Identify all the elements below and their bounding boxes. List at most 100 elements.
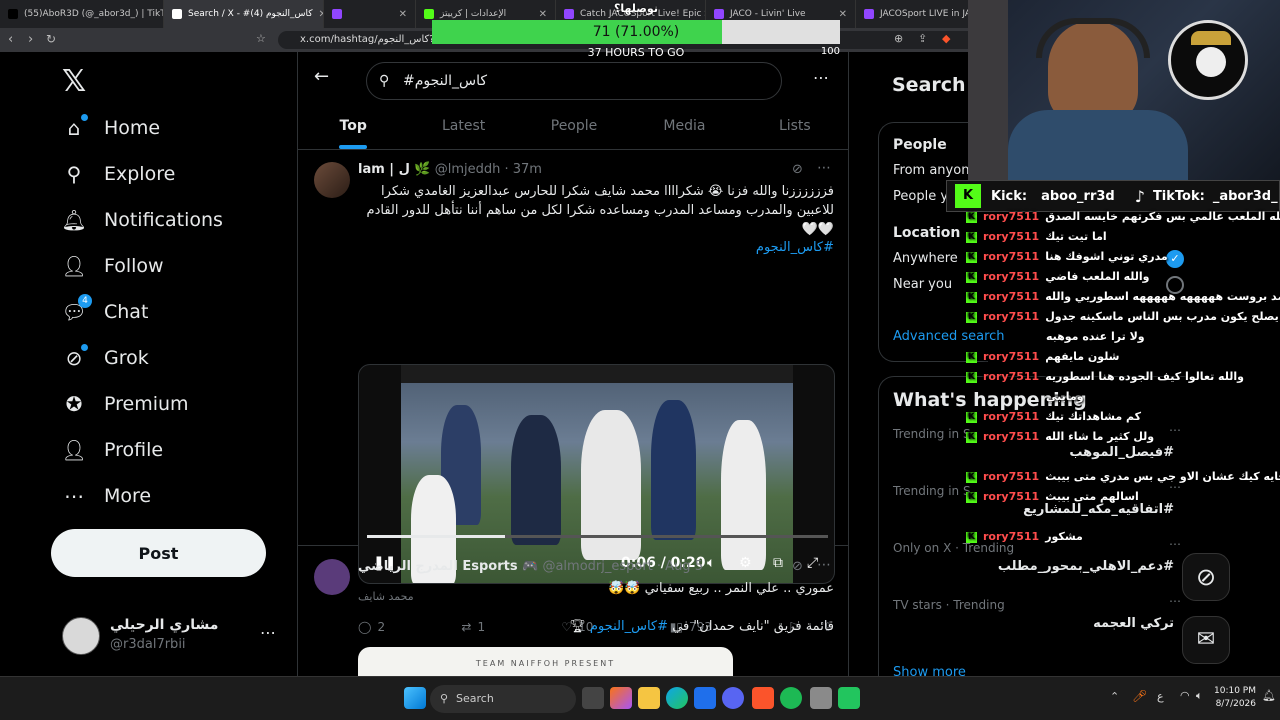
share-icon[interactable]: ⇪ [918,32,927,45]
location-near-you[interactable]: Near you [893,277,952,292]
tab-lists[interactable]: Lists [740,104,848,149]
nav-item-premium[interactable]: ✪ Premium [62,386,189,422]
video-scrubber[interactable] [367,535,828,538]
notification-icon[interactable]: 🔔︎ [1262,689,1276,702]
chat-message [966,510,1266,523]
windows-start-icon[interactable] [404,687,426,709]
copilot-icon[interactable] [610,687,632,709]
trend-title[interactable]: #دعم_الاهلي_بمحور_مطلب [989,559,1174,574]
edge-icon[interactable] [666,687,688,709]
chat-message: Krory7511 حمد بروست هههههه هههههه اسطوريي… [966,290,1280,303]
post-button[interactable]: Post [51,529,266,577]
wifi-icon[interactable]: ◠ [1180,689,1190,702]
nav-item-explore[interactable]: ⚲ Explore [62,156,176,192]
chat-message: Krory7511 شلون مايفهم [966,350,1266,363]
store-icon[interactable] [694,687,716,709]
nav-item-label: Chat [104,301,149,323]
spotify-icon[interactable] [780,687,802,709]
tab-media[interactable]: Media [629,104,739,149]
microphone-icon[interactable]: 🎤︎ [1132,689,1147,703]
location-anywhere[interactable]: Anywhere [893,251,958,266]
tweet-avatar[interactable] [314,162,350,198]
tweet-author-name[interactable]: lam | ل 🌿 [358,162,431,177]
tweet-hashtag[interactable]: #كاس_النجوم [590,619,668,634]
tab-favicon-icon [172,9,182,19]
browser-tab[interactable]: (55)AboR3D (@_abor3d_) | TikTok✕ [0,0,164,28]
reload-icon[interactable]: ↻ [46,32,56,46]
settings-icon[interactable] [810,687,832,709]
discord-icon[interactable] [722,687,744,709]
search-icon: ⚲ [440,692,449,705]
tab-top[interactable]: Top [298,104,408,149]
language-indicator[interactable]: ع [1157,690,1164,703]
chat-message: ولا ترا عنده موهبه [966,330,1266,343]
avatar [62,617,100,655]
trophy-icon: 🏆︎ [569,619,586,634]
grok-icon[interactable]: ⊘ [792,559,803,574]
browser-tab[interactable]: Search / X - #كاس_النجوم (4)✕ [164,0,324,28]
brave-icon[interactable]: ◆ [942,32,950,45]
grok-fab-icon[interactable]: ⊘ [1182,553,1230,601]
search-page-icon[interactable]: ⊕ [894,32,903,45]
forward-icon[interactable]: › [28,32,33,47]
trend-meta: Trending in S [893,484,971,498]
tweet-image[interactable]: TEAM NAIFFOH PRESENT [358,647,733,676]
tweet-author-handle[interactable]: @lmjeddh · 37m [435,162,542,177]
app-icon[interactable] [838,687,860,709]
nav-item-follow[interactable]: 👤︎ Follow [61,248,164,284]
unread-dot [81,114,88,121]
back-icon[interactable]: ‹ [8,32,13,47]
image-banner-text: TEAM NAIFFOH PRESENT [475,659,616,668]
messages-fab-icon[interactable]: ✉ [1182,616,1230,664]
tweet[interactable]: المدرج الرياضي Esports 🎮 @almodrj_esport… [298,547,848,676]
nav-item-grok[interactable]: ⊘ Grok [62,340,149,376]
tweet-author-name[interactable]: المدرج الرياضي Esports 🎮 [358,559,538,574]
kick-badge-icon: K [966,251,977,263]
back-arrow-icon[interactable]: ← [314,66,329,87]
nav-item-label: Follow [104,255,164,277]
clock[interactable]: 10:10 PM 8/7/2026 [1214,685,1256,711]
tray-expand-icon[interactable]: ⌃ [1110,690,1119,703]
brave-icon[interactable] [752,687,774,709]
task-view-icon[interactable] [582,687,604,709]
more-options-icon[interactable]: ⋯ [260,623,276,642]
kick-badge-icon: K [966,371,977,383]
profile-name: مشاري الرحيلي [110,617,219,633]
close-tab-icon[interactable]: ✕ [399,9,407,20]
people-you-follow[interactable]: People y [893,189,948,204]
tweet-hashtag[interactable]: #كاس_النجوم [358,238,834,257]
browser-tab[interactable]: ✕ [324,0,416,28]
tab-people[interactable]: People [519,104,629,149]
grok-icon[interactable]: ⊘ [792,162,803,177]
tab-favicon-icon [864,9,874,19]
tweet-avatar[interactable] [314,559,350,595]
nav-item-profile[interactable]: 👤︎ Profile [61,432,163,468]
goal-title: نوصلها؟ [614,2,658,15]
tweet[interactable]: lam | ل 🌿 @lmjeddh · 37m ⊘ ⋯ فززززززنا و… [298,150,848,634]
nav-item-notifications[interactable]: 🔔︎ Notifications [61,202,223,238]
chat-username: rory7511 [983,370,1040,383]
bookmark-icon[interactable]: ☆ [256,32,266,45]
account-switcher[interactable]: مشاري الرحيلي @r3dal7rbii ⋯ [60,615,290,657]
trend-meta: Trending in S [893,427,971,441]
nav-item-home[interactable]: ⌂ Home [62,110,160,146]
more-icon[interactable]: ⋯ [813,68,829,87]
people-from-anyone[interactable]: From anyone [893,163,977,178]
chat-overlay: Krory7511 والله الملعب عالمي بس فكرتهم خا… [960,210,1280,550]
volume-icon[interactable]: 🔈︎ [1196,689,1203,703]
nav-item-more[interactable]: ⋯ More [62,478,151,514]
file-explorer-icon[interactable] [638,687,660,709]
streamer [1036,18,1150,122]
tab-latest[interactable]: Latest [408,104,518,149]
x-logo-icon[interactable]: 𝕏 [62,64,86,99]
tiktok-icon: ♪ [1134,186,1145,206]
tweet-more-icon[interactable]: ⋯ [817,160,831,176]
nav-item-chat[interactable]: 💬︎ 4 Chat [61,294,149,330]
chat-text: والله تعالوا كيف الجوده هنا اسطوريه [1045,370,1244,383]
search-input[interactable]: ⚲ #كاس_النجوم [366,62,782,100]
tweet-author-handle[interactable]: @almodrj_esport · Aug 5 [542,559,703,574]
tweet-more-icon[interactable]: ⋯ [817,557,831,573]
taskbar-search[interactable]: ⚲ Search [430,685,576,713]
trend-more-icon[interactable]: ⋯ [1169,594,1181,608]
trend-title[interactable]: تركي العجمه [989,616,1174,631]
